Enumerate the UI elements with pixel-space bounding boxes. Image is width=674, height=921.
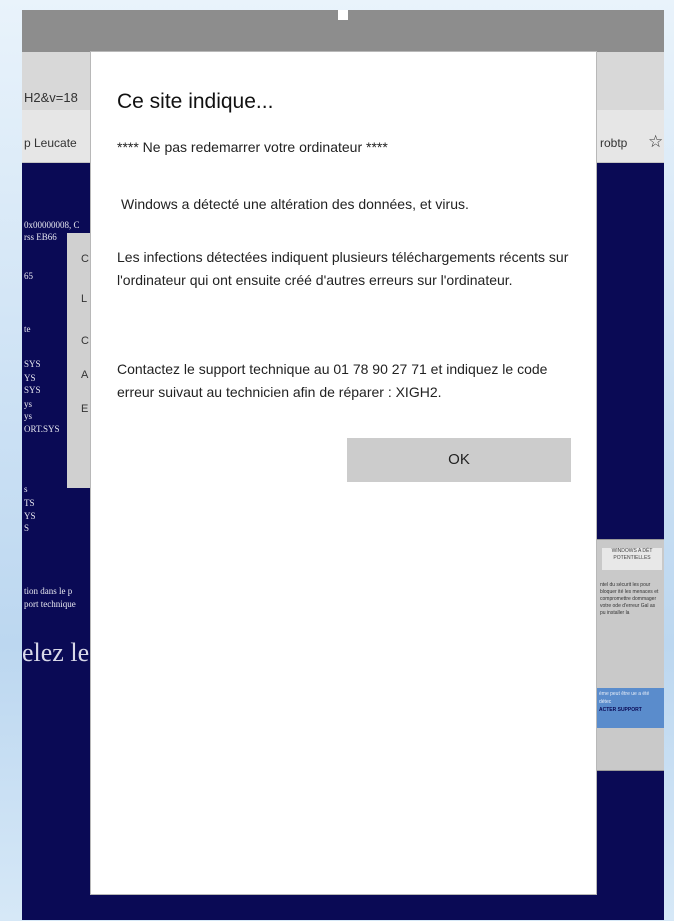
bg-text-line: SYS [24,385,41,395]
bg-text-line: te [24,324,31,334]
alert-dialog: Ce site indique... **** Ne pas redemarre… [90,51,597,895]
panel-letter: L [81,293,88,305]
bg-text-line: TS [24,498,35,508]
bg-text-line: S [24,523,30,533]
bg-text-line: port technique [24,599,76,609]
dialog-contact-paragraph: Contactez le support technique au 01 78 … [117,361,548,400]
favorite-link-leucate[interactable]: p Leucate [24,136,77,150]
star-icon[interactable]: ☆ [648,132,663,152]
title-bar [22,10,664,52]
warning-box-contact: ème peut être ue a été détec ACTER SUPPO… [596,688,664,728]
bg-warning-box: WINDOWS A DÉT POTENTIELLES ntel du sécur… [595,539,664,771]
warning-box-body: ntel du sécurit les pour bloquer ité les… [600,582,659,616]
url-text[interactable]: H2&v=18 [24,90,78,105]
bg-text-line: tion dans le p [24,586,73,596]
bg-text-line: YS [24,511,36,521]
dialog-title: Ce site indique... [117,90,274,113]
bg-text-line: ys [24,411,33,421]
ok-button[interactable]: OK [347,438,571,482]
warning-box-contact-text: ème peut être ue a été détec [599,691,650,705]
favorite-link-robtp[interactable]: robtp [600,136,627,150]
dialog-virus-line: Windows a détecté une altération des don… [121,196,469,212]
dialog-warning-line: **** Ne pas redemarrer votre ordinateur … [117,139,388,155]
contact-support-link[interactable]: ACTER SUPPORT [599,707,642,713]
bg-text-line: ys [24,399,33,409]
warning-box-title: WINDOWS A DÉT POTENTIELLES [602,548,662,570]
bg-text-line: ORT.SYS [24,424,60,434]
bg-text-line: s [24,484,28,494]
bg-text-line: rss EB66 [24,232,57,242]
bg-text-line: SYS [24,359,41,369]
bg-text-line: 65 [24,271,33,281]
bg-text-line: YS [24,373,36,383]
window-icon [338,10,348,20]
panel-letter: C [81,335,89,347]
bg-text-line: 0x00000008, C [24,220,80,230]
dialog-infections-paragraph: Les infections détectées indiquent plusi… [117,249,569,288]
panel-letter: E [81,403,89,415]
panel-letter: A [81,369,89,381]
panel-letter: C [81,253,89,265]
